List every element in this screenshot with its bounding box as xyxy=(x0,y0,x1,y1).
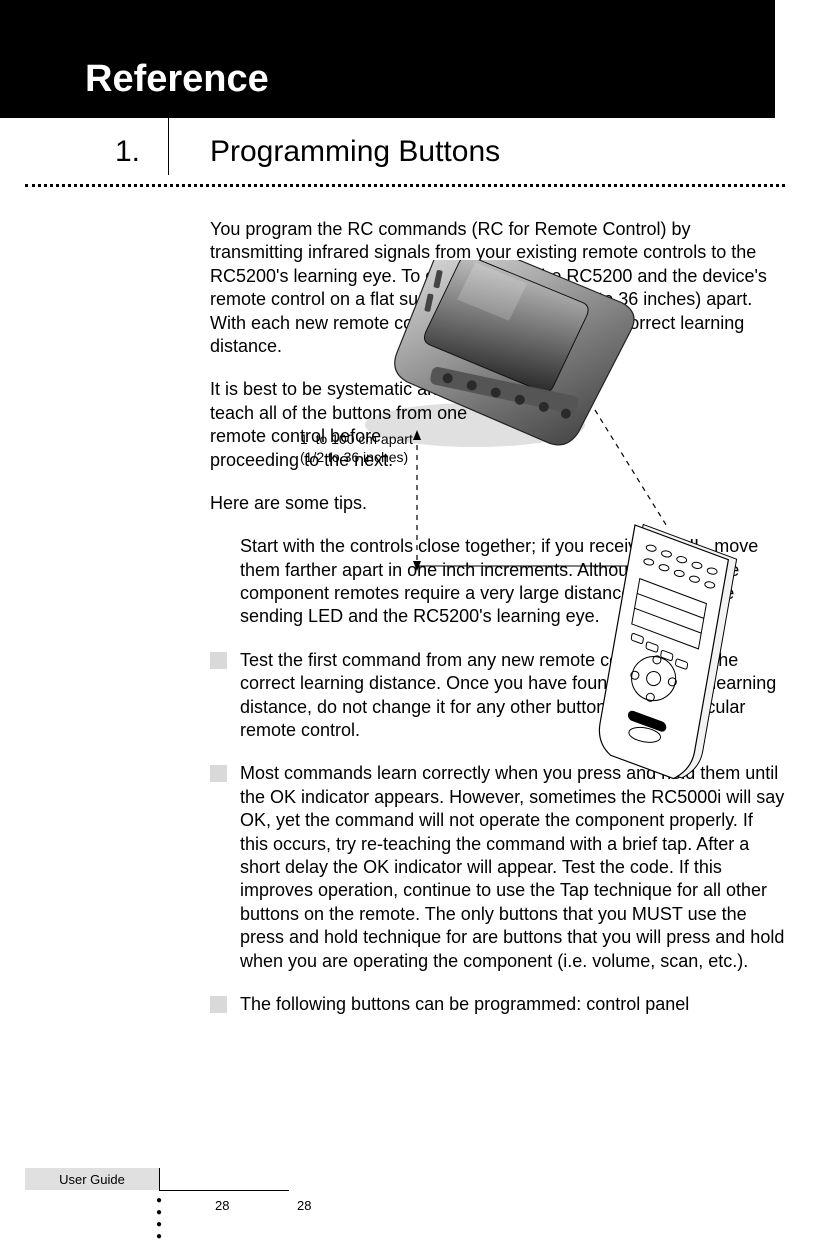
tip-item: Start with the controls close together; … xyxy=(240,535,785,629)
tip-item: Most commands learn correctly when you p… xyxy=(240,762,785,973)
section-title: Programming Buttons xyxy=(210,135,500,169)
tip-item: Test the first command from any new remo… xyxy=(240,649,785,743)
tip-item: The following buttons can be programmed:… xyxy=(240,993,785,1016)
tip-text: Test the first command from any new remo… xyxy=(240,650,776,740)
bullet-square-icon xyxy=(210,996,227,1013)
tip-text: The following buttons can be programmed:… xyxy=(240,994,689,1014)
bullet-square-icon xyxy=(210,652,227,669)
section-divider xyxy=(168,117,169,175)
header-banner: Reference xyxy=(0,0,775,118)
distance-label: 1 to 100 cm apart (1/2 to 36 inches) xyxy=(300,430,413,466)
page-number: 28 xyxy=(215,1198,229,1213)
banner-title: Reference xyxy=(85,58,269,101)
intro-paragraph: You program the RC commands (RC for Remo… xyxy=(210,218,785,358)
body-content: You program the RC commands (RC for Remo… xyxy=(210,218,785,1036)
paragraph-3: Here are some tips. xyxy=(210,492,785,515)
tip-text: Most commands learn correctly when you p… xyxy=(240,763,784,970)
page-number: 28 xyxy=(297,1198,311,1213)
section-number: 1. xyxy=(115,135,140,169)
dotted-rule xyxy=(25,184,785,187)
footer-rule xyxy=(159,1190,289,1191)
user-guide-label: User Guide xyxy=(25,1168,160,1190)
tips-list: Start with the controls close together; … xyxy=(240,535,785,1016)
page: Reference 1. Programming Buttons You pro… xyxy=(0,0,835,1243)
footer-dots-icon: ●●●● xyxy=(156,1195,162,1243)
bullet-square-icon xyxy=(210,765,227,782)
tip-text: Start with the controls close together; … xyxy=(240,536,758,626)
